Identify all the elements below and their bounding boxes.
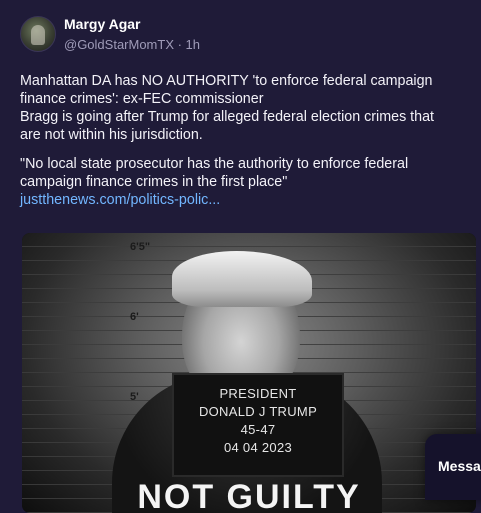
post-line: Bragg is going after Trump for alleged f… <box>20 109 435 125</box>
placard-line: PRESIDENT <box>219 386 297 401</box>
ruler-mark: 6'5" <box>130 241 151 253</box>
post-line: "No local state prosecutor has the autho… <box>20 156 409 172</box>
post-line: are not within his jurisdiction. <box>20 127 203 143</box>
post-line: finance crimes': ex-FEC commissioner <box>20 91 264 107</box>
post-text: Manhattan DA has NO AUTHORITY 'to enforc… <box>20 72 470 220</box>
post-line: Manhattan DA has NO AUTHORITY 'to enforc… <box>20 73 433 89</box>
ruler-mark: 5' <box>130 391 139 403</box>
author-handle-and-time[interactable]: @GoldStarMomTX · 1h <box>64 37 200 52</box>
overlay-caption: NOT GUILTY <box>137 478 361 513</box>
post-avatar[interactable] <box>20 16 56 52</box>
messages-label: Messa <box>438 458 481 474</box>
avatar-figure <box>31 25 45 45</box>
author-name[interactable]: Margy Agar <box>64 16 141 32</box>
figure-hair <box>172 251 312 307</box>
post-paragraph-1: Manhattan DA has NO AUTHORITY 'to enforc… <box>20 72 470 144</box>
ruler-mark: 6' <box>130 311 139 323</box>
external-link[interactable]: justthenews.com/politics-polic... <box>20 191 470 209</box>
post-paragraph-2: "No local state prosecutor has the autho… <box>20 155 470 209</box>
post-media-image[interactable]: 6'5" 6' 5' PRESIDENT DONALD J TRUMP 45-4… <box>22 233 476 513</box>
placard-line: 45-47 <box>240 422 276 437</box>
placard-line: DONALD J TRUMP <box>198 404 318 419</box>
placard-line: 04 04 2023 <box>223 440 293 455</box>
post-line: campaign finance crimes in the first pla… <box>20 174 288 190</box>
messages-button[interactable]: Messa <box>425 434 481 500</box>
mugshot-placard: PRESIDENT DONALD J TRUMP 45-47 04 04 202… <box>172 373 344 477</box>
